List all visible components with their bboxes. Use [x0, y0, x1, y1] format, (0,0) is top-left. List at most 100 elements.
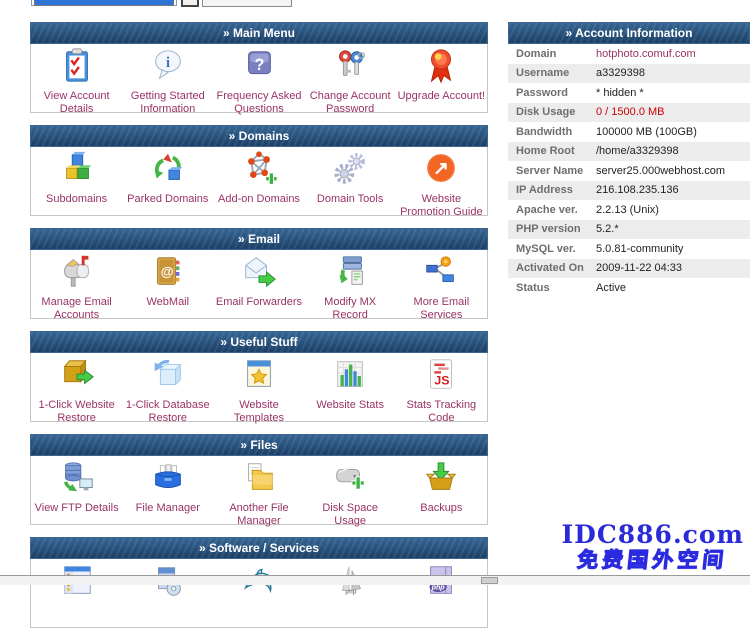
item-label: Add-on Domains [218, 193, 300, 206]
promotion-arrow-icon: ↗ [422, 150, 460, 193]
item-label: Manage Email Accounts [32, 296, 122, 321]
server-arrow-icon [331, 253, 369, 296]
item-label: Website Templates [214, 399, 304, 424]
row-label: Password [508, 87, 596, 99]
item-1click-database-restore[interactable]: 1-Click Database Restore [123, 356, 213, 424]
item-webmail[interactable]: @ WebMail [123, 253, 213, 309]
folder-file-icon [240, 459, 278, 502]
item-backups[interactable]: Backups [396, 459, 486, 515]
row-value: 100000 MB (100GB) [596, 126, 697, 138]
row-value: * hidden * [596, 87, 644, 99]
item-faq[interactable]: ? Frequency Asked Questions [214, 47, 304, 115]
ftp-transfer-icon [58, 459, 96, 502]
flowchart-nodes-icon [422, 253, 460, 296]
row-label: Server Name [508, 165, 596, 177]
row-label: Apache ver. [508, 204, 596, 216]
row-label: Username [508, 67, 596, 79]
account-row-mysql-version: MySQL ver.5.0.81-community [508, 239, 750, 259]
item-label: Domain Tools [317, 193, 383, 206]
main-menu-column: » Main Menu View Account Details i Getti… [30, 22, 488, 640]
recycle-arrows-icon [149, 150, 187, 193]
section-files: » Files View FTP Details File Manager An… [30, 434, 488, 525]
item-domain-tools[interactable]: Domain Tools [305, 150, 395, 206]
gears-icon [331, 150, 369, 193]
row-label: Domain [508, 48, 596, 60]
item-1click-website-restore[interactable]: 1-Click Website Restore [32, 356, 122, 424]
cubes-icon [58, 150, 96, 193]
bar-chart-icon [331, 356, 369, 399]
svg-text:@: @ [160, 264, 173, 279]
item-subdomains[interactable]: Subdomains [32, 150, 122, 206]
account-row-home-root: Home Root/home/a3329398 [508, 142, 750, 162]
item-label: Change Account Password [305, 90, 395, 115]
row-value: 216.108.235.136 [596, 184, 679, 196]
item-view-account-details[interactable]: View Account Details [32, 47, 122, 115]
create-new-button[interactable]: Create New [202, 0, 292, 7]
item-stats-tracking-code[interactable]: JS Stats Tracking Code [396, 356, 486, 424]
item-modify-mx-record[interactable]: Modify MX Record [305, 253, 395, 321]
item-manage-email-accounts[interactable]: Manage Email Accounts [32, 253, 122, 321]
item-addon-domains[interactable]: Add-on Domains [214, 150, 304, 206]
go-button[interactable]: Go [181, 0, 199, 7]
item-email-forwarders[interactable]: Email Forwarders [214, 253, 304, 309]
item-change-password[interactable]: Change Account Password [305, 47, 395, 115]
account-row-bandwidth: Bandwidth100000 MB (100GB) [508, 122, 750, 142]
scrollbar-thumb[interactable] [481, 577, 498, 584]
item-website-templates[interactable]: Website Templates [214, 356, 304, 424]
item-parked-domains[interactable]: Parked Domains [123, 150, 213, 206]
row-value: Active [596, 282, 626, 294]
item-label: Disk Space Usage [305, 502, 395, 527]
row-label: Activated On [508, 262, 596, 274]
row-value: 5.0.81-community [596, 243, 683, 255]
svg-text:JS: JS [435, 374, 450, 388]
cube-restore-icon [149, 356, 187, 399]
row-label: IP Address [508, 184, 596, 196]
watermark-site-name: IDC886.com [561, 521, 744, 548]
row-value: 0 / 1500.0 MB [596, 106, 665, 118]
account-row-domain: Domainhotphoto.comuf.com [508, 44, 750, 64]
award-ribbon-icon [422, 47, 460, 90]
account-info-panel: » Account Information Domainhotphoto.com… [508, 22, 750, 298]
section-header-useful-stuff: » Useful Stuff [30, 331, 488, 353]
item-another-file-manager[interactable]: Another File Manager [214, 459, 304, 527]
item-label: File Manager [136, 502, 200, 515]
row-label: Bandwidth [508, 126, 596, 138]
item-view-ftp-details[interactable]: View FTP Details [32, 459, 122, 515]
domain-link[interactable]: hotphoto.comuf.com [596, 48, 696, 60]
backup-box-icon [422, 459, 460, 502]
account-row-status: StatusActive [508, 278, 750, 298]
section-domains: » Domains Subdomains Parked Domains Add-… [30, 125, 488, 216]
horizontal-scrollbar[interactable] [0, 575, 750, 585]
item-more-email-services[interactable]: More Email Services [396, 253, 486, 321]
section-header-email: » Email [30, 228, 488, 250]
account-row-php-version: PHP version5.2.* [508, 220, 750, 240]
item-label: Email Forwarders [216, 296, 302, 309]
section-header-domains: » Domains [30, 125, 488, 147]
row-label: PHP version [508, 223, 596, 235]
svg-text:i: i [166, 55, 170, 71]
row-label: MySQL ver. [508, 243, 596, 255]
js-code-icon: JS [422, 356, 460, 399]
item-disk-space-usage[interactable]: Disk Space Usage [305, 459, 395, 527]
quick-launch-input[interactable] [31, 0, 177, 6]
item-label: Website Promotion Guide [396, 193, 486, 218]
section-main-menu: » Main Menu View Account Details i Getti… [30, 22, 488, 113]
watermark-chinese-text: 免费国外空间 [560, 548, 745, 574]
section-header-files: » Files [30, 434, 488, 456]
item-label: Frequency Asked Questions [214, 90, 304, 115]
section-useful-stuff: » Useful Stuff 1-Click Website Restore 1… [30, 331, 488, 422]
item-label: Getting Started Information [123, 90, 213, 115]
info-bubble-icon: i [149, 47, 187, 90]
item-file-manager[interactable]: File Manager [123, 459, 213, 515]
row-value: 5.2.* [596, 223, 619, 235]
clipboard-check-icon [58, 47, 96, 90]
account-row-disk-usage: Disk Usage0 / 1500.0 MB [508, 103, 750, 123]
item-label: Subdomains [46, 193, 107, 206]
mailbox-icon [58, 253, 96, 296]
item-website-promotion-guide[interactable]: ↗ Website Promotion Guide [396, 150, 486, 218]
address-book-icon: @ [149, 253, 187, 296]
item-website-stats[interactable]: Website Stats [305, 356, 395, 412]
account-row-ip-address: IP Address216.108.235.136 [508, 181, 750, 201]
item-upgrade-account[interactable]: Upgrade Account! [396, 47, 486, 103]
item-getting-started[interactable]: i Getting Started Information [123, 47, 213, 115]
